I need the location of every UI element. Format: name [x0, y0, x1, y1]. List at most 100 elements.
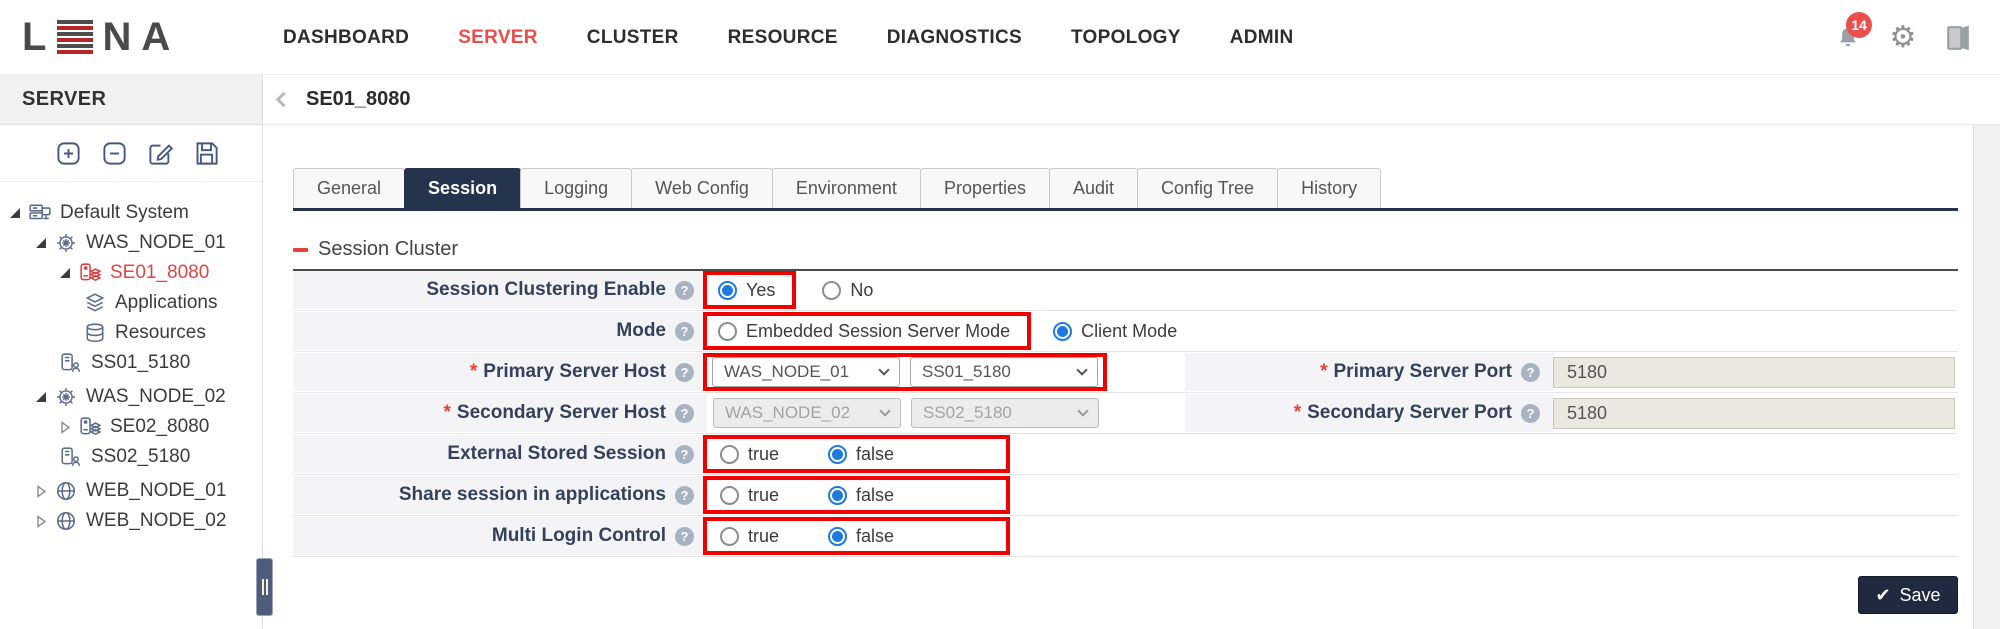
form-row-session-clustering-enable: Session Clustering Enable ? Yes No [293, 271, 1958, 309]
tab-logging[interactable]: Logging [520, 168, 632, 208]
scrollbar-gutter[interactable] [1973, 125, 2000, 629]
help-icon[interactable]: ? [675, 527, 694, 546]
help-icon[interactable]: ? [675, 363, 694, 382]
radio-button-selected[interactable] [828, 486, 847, 505]
nav-cluster[interactable]: CLUSTER [587, 27, 679, 49]
field-value: true false [707, 435, 1958, 473]
highlight-box: true false [703, 435, 1010, 473]
tree-node-web-node-01[interactable]: WEB_NODE_01 [0, 476, 262, 506]
expand-toggle-icon[interactable] [60, 420, 79, 434]
collapse-toggle-icon[interactable] [36, 236, 55, 250]
tab-history[interactable]: History [1277, 168, 1381, 208]
required-marker: * [1294, 402, 1301, 424]
help-icon[interactable]: ? [1521, 404, 1540, 423]
help-icon[interactable]: ? [675, 281, 694, 300]
nav-topology[interactable]: TOPOLOGY [1071, 27, 1181, 49]
radio-button[interactable] [720, 486, 739, 505]
radio-embedded-session-server-mode[interactable]: Embedded Session Server Mode [718, 321, 1010, 342]
form-row-external-stored-session: External Stored Session ? true false [293, 435, 1958, 473]
tree-node-resources[interactable]: Resources [0, 318, 262, 348]
save-button[interactable]: ✔ Save [1858, 576, 1958, 614]
panel-resize-handle[interactable] [256, 558, 273, 616]
save-tree-button[interactable] [193, 140, 220, 167]
system-icon [29, 202, 53, 224]
tree-node-applications[interactable]: Applications [0, 288, 262, 318]
tree-node-label: Applications [115, 292, 217, 314]
nav-resource[interactable]: RESOURCE [728, 27, 838, 49]
edit-button[interactable] [147, 140, 174, 167]
radio-true[interactable]: true [720, 444, 779, 465]
tree-node-ss01-5180[interactable]: SS01_5180 [0, 348, 262, 378]
tree-node-was-node-01[interactable]: WAS_NODE_01 [0, 228, 262, 258]
radio-button[interactable] [718, 322, 737, 341]
expand-toggle-icon[interactable] [36, 514, 55, 528]
radio-button-selected[interactable] [828, 445, 847, 464]
radio-false[interactable]: false [828, 526, 894, 547]
help-icon[interactable]: ? [675, 445, 694, 464]
radio-button[interactable] [720, 445, 739, 464]
tab-environment[interactable]: Environment [772, 168, 921, 208]
tab-general[interactable]: General [293, 168, 405, 208]
help-icon[interactable]: ? [1521, 363, 1540, 382]
collapse-panel-chevron-icon[interactable] [276, 92, 292, 108]
tab-properties[interactable]: Properties [920, 168, 1050, 208]
logo-letter: L [22, 16, 48, 58]
radio-true[interactable]: true [720, 526, 779, 547]
radio-yes[interactable]: Yes [718, 280, 775, 301]
help-icon[interactable]: ? [675, 322, 694, 341]
radio-false[interactable]: false [828, 444, 894, 465]
tree-node-se01-8080[interactable]: SE01_8080 [0, 258, 262, 288]
tree-node-was-node-02[interactable]: WAS_NODE_02 [0, 382, 262, 412]
tab-config-tree[interactable]: Config Tree [1137, 168, 1278, 208]
radio-no[interactable]: No [822, 280, 873, 301]
globe-icon [55, 510, 79, 532]
tree-node-label: WEB_NODE_01 [86, 480, 226, 502]
sub-header: SERVER SE01_8080 [0, 75, 2000, 125]
radio-button[interactable] [720, 527, 739, 546]
radio-false[interactable]: false [828, 485, 894, 506]
nav-admin[interactable]: ADMIN [1230, 27, 1294, 49]
field-label: Mode ? [293, 312, 707, 350]
nav-diagnostics[interactable]: DIAGNOSTICS [887, 27, 1022, 49]
primary-host-server-select[interactable]: SS01_5180 [910, 357, 1098, 387]
tree-node-ss02-5180[interactable]: SS02_5180 [0, 442, 262, 472]
radio-button-selected[interactable] [1053, 322, 1072, 341]
help-icon[interactable]: ? [675, 404, 694, 423]
radio-true[interactable]: true [720, 485, 779, 506]
tree-node-label: SS01_5180 [91, 352, 190, 374]
collapse-toggle-icon[interactable] [60, 266, 79, 280]
logo-stripes-icon [57, 20, 93, 54]
field-value: true false [707, 476, 1958, 514]
radio-button-selected[interactable] [828, 527, 847, 546]
tab-audit[interactable]: Audit [1049, 168, 1138, 208]
radio-button[interactable] [822, 281, 841, 300]
tab-web-config[interactable]: Web Config [631, 168, 773, 208]
node-icon [55, 386, 79, 408]
radio-button-selected[interactable] [718, 281, 737, 300]
form-actions: ✔ Save [293, 576, 1958, 614]
tab-session[interactable]: Session [404, 168, 521, 208]
remove-button[interactable] [101, 140, 128, 167]
radio-client-mode[interactable]: Client Mode [1053, 321, 1177, 342]
logout-door-icon[interactable] [1944, 24, 1972, 52]
tree-node-label: SE01_8080 [110, 262, 209, 284]
nav-dashboard[interactable]: DASHBOARD [283, 27, 409, 49]
tree-node-se02-8080[interactable]: SE02_8080 [0, 412, 262, 442]
form-row-multi-login-control: Multi Login Control ? true false [293, 517, 1958, 555]
field-label: * Secondary Server Port ? [1185, 394, 1553, 432]
help-icon[interactable]: ? [675, 486, 694, 505]
lena-logo[interactable]: L N A [22, 16, 172, 58]
section-dash-icon [293, 248, 308, 252]
tree-node-default-system[interactable]: Default System [0, 198, 262, 228]
add-button[interactable] [55, 140, 82, 167]
collapse-toggle-icon[interactable] [36, 390, 55, 404]
collapse-toggle-icon[interactable] [10, 206, 29, 220]
tree-node-web-node-02[interactable]: WEB_NODE_02 [0, 506, 262, 536]
nav-server[interactable]: SERVER [458, 27, 538, 49]
tree-node-label: Default System [60, 202, 189, 224]
settings-gear-icon[interactable]: ⚙ [1889, 24, 1917, 52]
expand-toggle-icon[interactable] [36, 484, 55, 498]
primary-host-node-select[interactable]: WAS_NODE_01 [712, 357, 900, 387]
notifications-bell-icon[interactable]: 14 [1834, 24, 1862, 52]
notification-badge: 14 [1846, 12, 1872, 38]
